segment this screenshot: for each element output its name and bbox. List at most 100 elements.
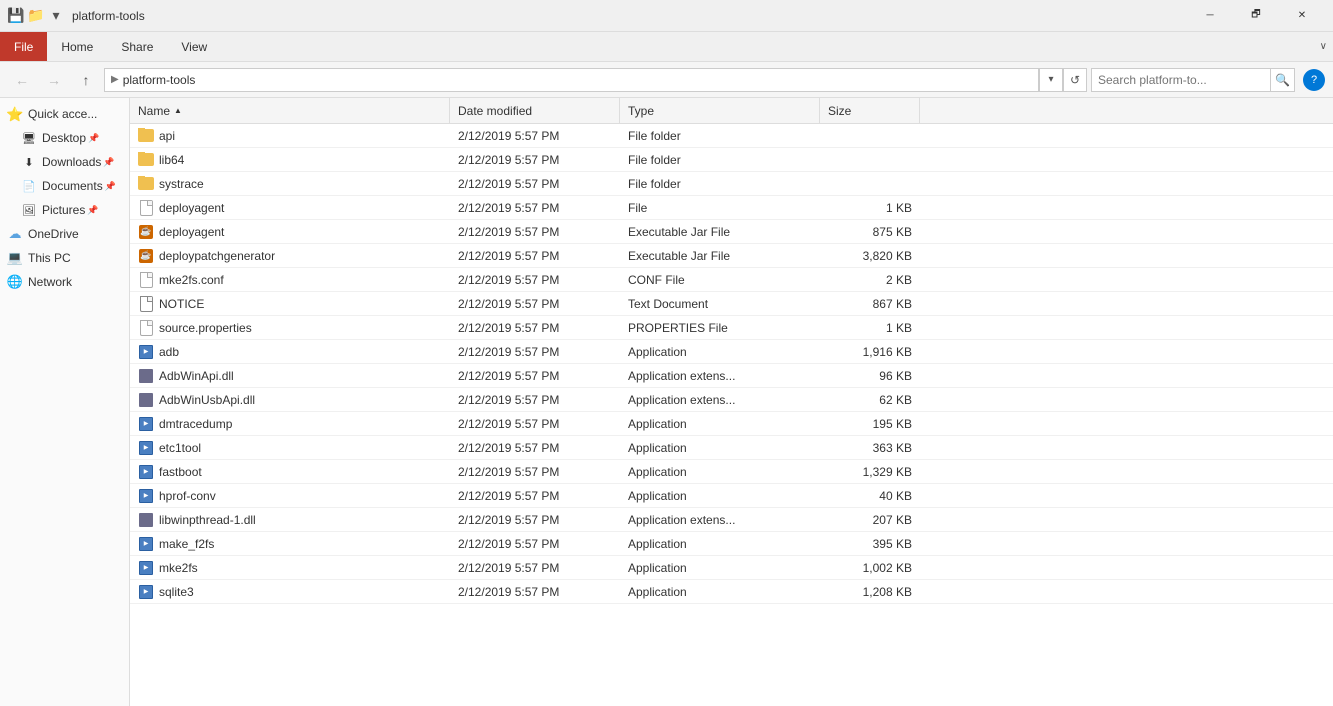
file-icon-wrapper xyxy=(138,512,154,528)
refresh-button[interactable]: ↺ xyxy=(1063,68,1087,92)
sidebar-item-pictures[interactable]: 🖼 Pictures 📌 xyxy=(0,198,129,222)
table-row[interactable]: dmtracedump 2/12/2019 5:57 PM Applicatio… xyxy=(130,412,1333,436)
file-size: 1,916 KB xyxy=(820,345,920,359)
file-content: Name ▲ Date modified Type Size api 2/12/… xyxy=(130,98,1333,706)
share-menu[interactable]: Share xyxy=(107,32,167,61)
folder-icon xyxy=(138,129,154,142)
table-row[interactable]: libwinpthread-1.dll 2/12/2019 5:57 PM Ap… xyxy=(130,508,1333,532)
file-name: etc1tool xyxy=(130,440,450,456)
sidebar-label-onedrive: OneDrive xyxy=(28,227,79,241)
dll-icon xyxy=(139,369,153,383)
help-button[interactable]: ? xyxy=(1303,69,1325,91)
file-name: mke2fs.conf xyxy=(130,272,450,288)
sidebar-item-downloads[interactable]: ⬇ Downloads 📌 xyxy=(0,150,129,174)
file-menu[interactable]: File xyxy=(0,32,47,61)
file-type: Executable Jar File xyxy=(620,225,820,239)
sidebar-item-onedrive[interactable]: ☁ OneDrive xyxy=(0,222,129,246)
file-date: 2/12/2019 5:57 PM xyxy=(450,177,620,191)
file-name-text: mke2fs.conf xyxy=(159,273,224,287)
file-type: File folder xyxy=(620,177,820,191)
file-size: 363 KB xyxy=(820,441,920,455)
file-icon-wrapper xyxy=(138,584,154,600)
ribbon-expand[interactable]: ∨ xyxy=(1314,41,1333,52)
file-type: Application xyxy=(620,561,820,575)
sidebar-item-documents[interactable]: 📄 Documents 📌 xyxy=(0,174,129,198)
search-box[interactable] xyxy=(1091,68,1271,92)
up-button[interactable]: ↑ xyxy=(72,66,100,94)
column-type[interactable]: Type xyxy=(620,98,820,123)
table-row[interactable]: lib64 2/12/2019 5:57 PM File folder xyxy=(130,148,1333,172)
sort-icon: ▲ xyxy=(174,106,182,115)
sidebar-item-network[interactable]: 🌐 Network xyxy=(0,270,129,294)
table-row[interactable]: api 2/12/2019 5:57 PM File folder xyxy=(130,124,1333,148)
sidebar-item-this-pc[interactable]: 💻 This PC xyxy=(0,246,129,270)
table-row[interactable]: deployagent 2/12/2019 5:57 PM File 1 KB xyxy=(130,196,1333,220)
table-row[interactable]: source.properties 2/12/2019 5:57 PM PROP… xyxy=(130,316,1333,340)
restore-button[interactable]: 🗗 xyxy=(1233,0,1279,32)
table-row[interactable]: mke2fs.conf 2/12/2019 5:57 PM CONF File … xyxy=(130,268,1333,292)
file-size: 96 KB xyxy=(820,369,920,383)
file-date: 2/12/2019 5:57 PM xyxy=(450,441,620,455)
save-icon: 💾 xyxy=(8,8,24,24)
sidebar-item-desktop[interactable]: 🖥 Desktop 📌 xyxy=(0,126,129,150)
file-type: Application xyxy=(620,465,820,479)
file-date: 2/12/2019 5:57 PM xyxy=(450,393,620,407)
file-name-text: make_f2fs xyxy=(159,537,214,551)
file-name-text: AdbWinApi.dll xyxy=(159,369,234,383)
file-size: 1 KB xyxy=(820,201,920,215)
column-size[interactable]: Size xyxy=(820,98,920,123)
search-button[interactable]: 🔍 xyxy=(1271,68,1295,92)
exe-icon xyxy=(139,465,153,479)
file-icon-wrapper xyxy=(138,320,154,336)
table-row[interactable]: hprof-conv 2/12/2019 5:57 PM Application… xyxy=(130,484,1333,508)
search-input[interactable] xyxy=(1098,73,1264,87)
dll-icon xyxy=(139,513,153,527)
close-button[interactable]: ✕ xyxy=(1279,0,1325,32)
downloads-icon: ⬇ xyxy=(20,153,38,171)
table-row[interactable]: mke2fs 2/12/2019 5:57 PM Application 1,0… xyxy=(130,556,1333,580)
table-row[interactable]: AdbWinUsbApi.dll 2/12/2019 5:57 PM Appli… xyxy=(130,388,1333,412)
table-row[interactable]: deploypatchgenerator 2/12/2019 5:57 PM E… xyxy=(130,244,1333,268)
table-row[interactable]: etc1tool 2/12/2019 5:57 PM Application 3… xyxy=(130,436,1333,460)
file-name-text: adb xyxy=(159,345,179,359)
exe-icon xyxy=(139,489,153,503)
table-row[interactable]: deployagent 2/12/2019 5:57 PM Executable… xyxy=(130,220,1333,244)
forward-button[interactable]: → xyxy=(40,66,68,94)
address-path: platform-tools xyxy=(123,73,196,87)
file-icon-wrapper xyxy=(138,344,154,360)
table-row[interactable]: sqlite3 2/12/2019 5:57 PM Application 1,… xyxy=(130,580,1333,604)
minimize-button[interactable]: ─ xyxy=(1187,0,1233,32)
file-name: deploypatchgenerator xyxy=(130,248,450,264)
table-row[interactable]: NOTICE 2/12/2019 5:57 PM Text Document 8… xyxy=(130,292,1333,316)
table-row[interactable]: fastboot 2/12/2019 5:57 PM Application 1… xyxy=(130,460,1333,484)
jar-icon xyxy=(139,249,153,263)
window-controls: ─ 🗗 ✕ xyxy=(1187,0,1325,32)
column-date[interactable]: Date modified xyxy=(450,98,620,123)
view-menu[interactable]: View xyxy=(167,32,221,61)
file-icon-wrapper xyxy=(138,224,154,240)
file-date: 2/12/2019 5:57 PM xyxy=(450,153,620,167)
address-bar[interactable]: ▶ platform-tools xyxy=(104,68,1039,92)
file-name: sqlite3 xyxy=(130,584,450,600)
sidebar-label-quick-access: Quick acce... xyxy=(28,107,97,121)
address-dropdown-button[interactable]: ▾ xyxy=(1039,68,1063,92)
file-date: 2/12/2019 5:57 PM xyxy=(450,345,620,359)
file-name: lib64 xyxy=(130,152,450,168)
sidebar-item-quick-access[interactable]: ⭐ Quick acce... xyxy=(0,102,129,126)
file-name-text: systrace xyxy=(159,177,204,191)
table-row[interactable]: make_f2fs 2/12/2019 5:57 PM Application … xyxy=(130,532,1333,556)
table-row[interactable]: AdbWinApi.dll 2/12/2019 5:57 PM Applicat… xyxy=(130,364,1333,388)
pin-icon-pic: 📌 xyxy=(87,205,98,216)
sidebar: ⭐ Quick acce... 🖥 Desktop 📌 ⬇ Downloads … xyxy=(0,98,130,706)
back-button[interactable]: ← xyxy=(8,66,36,94)
file-icon-wrapper xyxy=(138,152,154,168)
file-type: Application xyxy=(620,417,820,431)
title-bar: 💾 📁 ▾ platform-tools ─ 🗗 ✕ xyxy=(0,0,1333,32)
file-name-text: dmtracedump xyxy=(159,417,232,431)
file-size: 2 KB xyxy=(820,273,920,287)
table-row[interactable]: adb 2/12/2019 5:57 PM Application 1,916 … xyxy=(130,340,1333,364)
column-name[interactable]: Name ▲ xyxy=(130,98,450,123)
table-row[interactable]: systrace 2/12/2019 5:57 PM File folder xyxy=(130,172,1333,196)
dropdown-icon[interactable]: ▾ xyxy=(48,8,64,24)
home-menu[interactable]: Home xyxy=(47,32,107,61)
